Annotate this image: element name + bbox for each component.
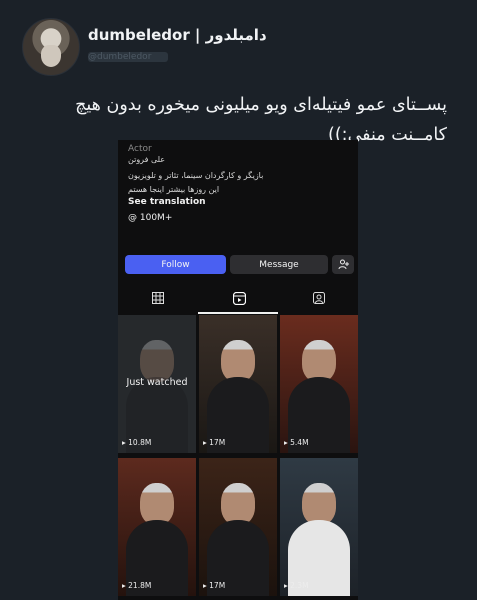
play-count-icon: ▸: [284, 581, 288, 590]
reels-icon[interactable]: [232, 291, 246, 305]
grid-icon[interactable]: [151, 291, 165, 305]
author-avatar[interactable]: [22, 18, 80, 76]
profile-bio-name: علی فروتن: [128, 155, 166, 164]
reel-view-count: ▸ 2.3M: [284, 581, 309, 590]
just-watched-label: Just watched: [126, 377, 188, 388]
person-head: [221, 340, 255, 382]
reel-thumbnail[interactable]: ▸ 17M: [199, 315, 277, 453]
reel-thumbnail[interactable]: Just watched ▸ 10.8M: [118, 315, 196, 453]
views-value: 17M: [209, 581, 226, 590]
avatar-beard: [41, 45, 61, 67]
threads-count: 100M+: [139, 213, 173, 223]
reel-view-count: ▸ 17M: [203, 438, 225, 447]
reel-view-count: ▸ 17M: [203, 581, 225, 590]
play-count-icon: ▸: [203, 438, 207, 447]
views-value: 17M: [209, 438, 226, 447]
views-value: 5.4M: [290, 438, 309, 447]
reel-view-count: ▸ 10.8M: [122, 438, 151, 447]
views-value: 10.8M: [128, 438, 152, 447]
follow-button[interactable]: Follow: [125, 255, 226, 274]
play-count-icon: ▸: [122, 581, 126, 590]
play-count-icon: ▸: [284, 438, 288, 447]
message-button[interactable]: Message: [230, 255, 328, 274]
tagged-icon[interactable]: [312, 291, 326, 305]
reel-thumbnail[interactable]: ▸ 5.4M: [280, 315, 358, 453]
author-display-name[interactable]: dumbeledor | دامبلدور: [88, 26, 267, 44]
person-head: [221, 483, 255, 525]
reel-view-count: ▸ 5.4M: [284, 438, 309, 447]
person-head: [140, 340, 174, 382]
profile-role: Actor: [128, 144, 152, 154]
threads-badge[interactable]: @ 100M+: [128, 213, 172, 223]
reel-thumbnail[interactable]: ▸ 2.3M: [280, 458, 358, 596]
reel-view-count: ▸ 21.8M: [122, 581, 151, 590]
author-handle[interactable]: @dumbeledor: [88, 52, 168, 62]
person-head: [302, 483, 336, 525]
see-translation-link[interactable]: See translation: [128, 197, 206, 207]
reel-thumbnail[interactable]: ▸ 21.8M: [118, 458, 196, 596]
active-tab-indicator: [198, 312, 278, 314]
add-person-icon[interactable]: [332, 255, 354, 274]
play-count-icon: ▸: [203, 581, 207, 590]
threads-icon: @: [128, 213, 137, 223]
play-count-icon: ▸: [122, 438, 126, 447]
profile-tabs: [118, 283, 358, 313]
profile-bio-line: این روزها بیشتر اینجا هستم: [128, 185, 220, 194]
views-value: 21.8M: [128, 581, 152, 590]
views-value: 2.3M: [290, 581, 309, 590]
embedded-profile-screenshot: Actor علی فروتن بازیگر و کارگردان سینما،…: [118, 140, 358, 600]
person-head: [302, 340, 336, 382]
profile-bio-line: بازیگر و کارگردان سینما، تئاتر و تلویزیو…: [128, 171, 264, 180]
person-head: [140, 483, 174, 525]
reel-thumbnail[interactable]: ▸ 17M: [199, 458, 277, 596]
